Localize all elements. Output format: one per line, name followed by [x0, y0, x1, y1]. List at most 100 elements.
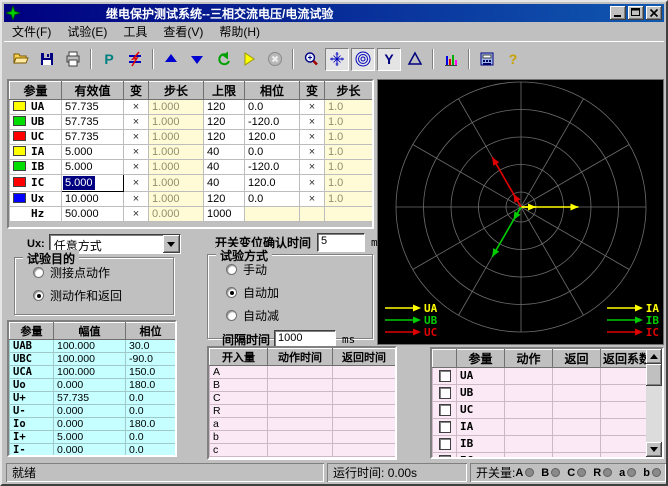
step-cell[interactable]: 1.000	[149, 115, 204, 130]
axes-view-button[interactable]	[325, 48, 349, 71]
step-cell[interactable]: 1.0	[325, 175, 373, 192]
vary-flag-cell[interactable]: ×	[300, 175, 325, 192]
decrease-button[interactable]	[185, 48, 209, 71]
help-button[interactable]: ?	[501, 48, 525, 71]
menu-item-test[interactable]: 试验(E)	[59, 21, 115, 42]
vary-flag-cell[interactable]: ×	[300, 100, 325, 115]
step-cell[interactable]: 1.000	[149, 160, 204, 175]
radio-option-mode-1[interactable]: 自动加	[226, 284, 372, 301]
step-cell[interactable]: 1.0	[325, 145, 373, 160]
phase-cell[interactable]: -120.0	[245, 115, 300, 130]
radio-on[interactable]	[33, 290, 44, 301]
vector-delta-view-button[interactable]	[403, 48, 427, 71]
step-cell[interactable]: 1.000	[149, 175, 204, 192]
minimize-button[interactable]	[610, 6, 626, 20]
vary-flag-cell[interactable]: ×	[124, 192, 149, 207]
menu-item-view[interactable]: 查看(V)	[155, 21, 211, 42]
step-cell[interactable]: 1.0	[325, 160, 373, 175]
start-button[interactable]	[237, 48, 261, 71]
limit-cell[interactable]: 120	[204, 192, 245, 207]
value-cell[interactable]: 57.735	[62, 115, 124, 130]
open-file-button[interactable]	[9, 48, 33, 71]
value-cell[interactable]: 50.000	[62, 207, 124, 222]
radio-off[interactable]	[226, 310, 237, 321]
vary-flag-cell[interactable]: ×	[124, 207, 149, 222]
limit-cell[interactable]: 120	[204, 130, 245, 145]
limit-cell[interactable]: 120	[204, 115, 245, 130]
vary-flag-cell[interactable]: ×	[124, 175, 149, 192]
radio-option-mode-2[interactable]: 自动减	[226, 307, 372, 324]
stop-button[interactable]	[263, 48, 287, 71]
limit-cell[interactable]: 40	[204, 160, 245, 175]
vary-flag-cell[interactable]: ×	[124, 115, 149, 130]
step-cell[interactable]: 1.0	[325, 130, 373, 145]
phase-cell[interactable]: -120.0	[245, 160, 300, 175]
phase-cell[interactable]: 120.0	[245, 130, 300, 145]
close-button[interactable]	[646, 6, 662, 20]
vary-flag-cell[interactable]	[300, 207, 325, 222]
value-cell[interactable]: 57.735	[62, 130, 124, 145]
vector-y-view-button[interactable]: Y	[377, 48, 401, 71]
step-cell[interactable]	[325, 207, 373, 222]
channel-checkbox[interactable]	[439, 438, 451, 450]
vary-flag-cell[interactable]: ×	[300, 160, 325, 175]
phase-cell[interactable]: 120.0	[245, 175, 300, 192]
phase-cell[interactable]	[245, 207, 300, 222]
limit-cell[interactable]: 40	[204, 175, 245, 192]
limit-cell[interactable]: 40	[204, 145, 245, 160]
value-cell[interactable]: 5.000	[62, 145, 124, 160]
vary-flag-cell[interactable]: ×	[124, 145, 149, 160]
increase-button[interactable]	[159, 48, 183, 71]
step-cell[interactable]: 1.000	[149, 100, 204, 115]
combo-dropdown-button[interactable]	[163, 235, 180, 253]
menu-item-tools[interactable]: 工具	[115, 21, 155, 42]
channel-checkbox[interactable]	[439, 404, 451, 416]
radio-option-purpose-1[interactable]: 测动作和返回	[33, 287, 173, 304]
step-cell[interactable]: 1.0	[325, 115, 373, 130]
phase-cell[interactable]: 0.0	[245, 100, 300, 115]
value-cell[interactable]: 5.000	[62, 160, 124, 175]
reset-button[interactable]	[211, 48, 235, 71]
radio-off[interactable]	[226, 264, 237, 275]
step-cell[interactable]: 1.0	[325, 192, 373, 207]
vary-flag-cell[interactable]: ×	[300, 192, 325, 207]
vary-flag-cell[interactable]: ×	[124, 100, 149, 115]
value-cell[interactable]: 5.000	[62, 175, 124, 192]
channel-checkbox[interactable]	[439, 387, 451, 399]
vary-flag-cell[interactable]: ×	[300, 115, 325, 130]
zoom-button[interactable]	[299, 48, 323, 71]
step-cell[interactable]: 1.0	[325, 100, 373, 115]
scroll-down-button[interactable]	[646, 442, 662, 457]
menu-item-help[interactable]: 帮助(H)	[211, 21, 268, 42]
scroll-thumb[interactable]	[646, 364, 662, 386]
scroll-up-button[interactable]	[646, 349, 662, 364]
value-cell[interactable]: 10.000	[62, 192, 124, 207]
value-cell[interactable]: 57.735	[62, 100, 124, 115]
vary-flag-cell[interactable]: ×	[124, 160, 149, 175]
calculator-button[interactable]	[475, 48, 499, 71]
limit-cell[interactable]: 1000	[204, 207, 245, 222]
channel-checkbox[interactable]	[439, 455, 451, 457]
bar-graph-button[interactable]	[439, 48, 463, 71]
phase-cell[interactable]: 0.0	[245, 145, 300, 160]
radio-on[interactable]	[226, 287, 237, 298]
limit-cell[interactable]: 120	[204, 100, 245, 115]
phase-cell[interactable]: 0.0	[245, 192, 300, 207]
polar-view-button[interactable]	[351, 48, 375, 71]
maximize-button[interactable]	[628, 6, 644, 20]
radio-off[interactable]	[33, 267, 44, 278]
step-cell[interactable]: 1.000	[149, 192, 204, 207]
step-cell[interactable]: 1.000	[149, 130, 204, 145]
step-cell[interactable]: 0.000	[149, 207, 204, 222]
pause-output-button[interactable]: P	[97, 48, 121, 71]
vary-flag-cell[interactable]: ×	[124, 130, 149, 145]
channel-checkbox[interactable]	[439, 421, 451, 433]
waveform-button[interactable]	[123, 48, 147, 71]
print-button[interactable]	[61, 48, 85, 71]
save-button[interactable]	[35, 48, 59, 71]
vary-flag-cell[interactable]: ×	[300, 145, 325, 160]
vary-flag-cell[interactable]: ×	[300, 130, 325, 145]
menu-item-file[interactable]: 文件(F)	[4, 21, 59, 42]
step-cell[interactable]: 1.000	[149, 145, 204, 160]
channel-checkbox[interactable]	[439, 370, 451, 382]
